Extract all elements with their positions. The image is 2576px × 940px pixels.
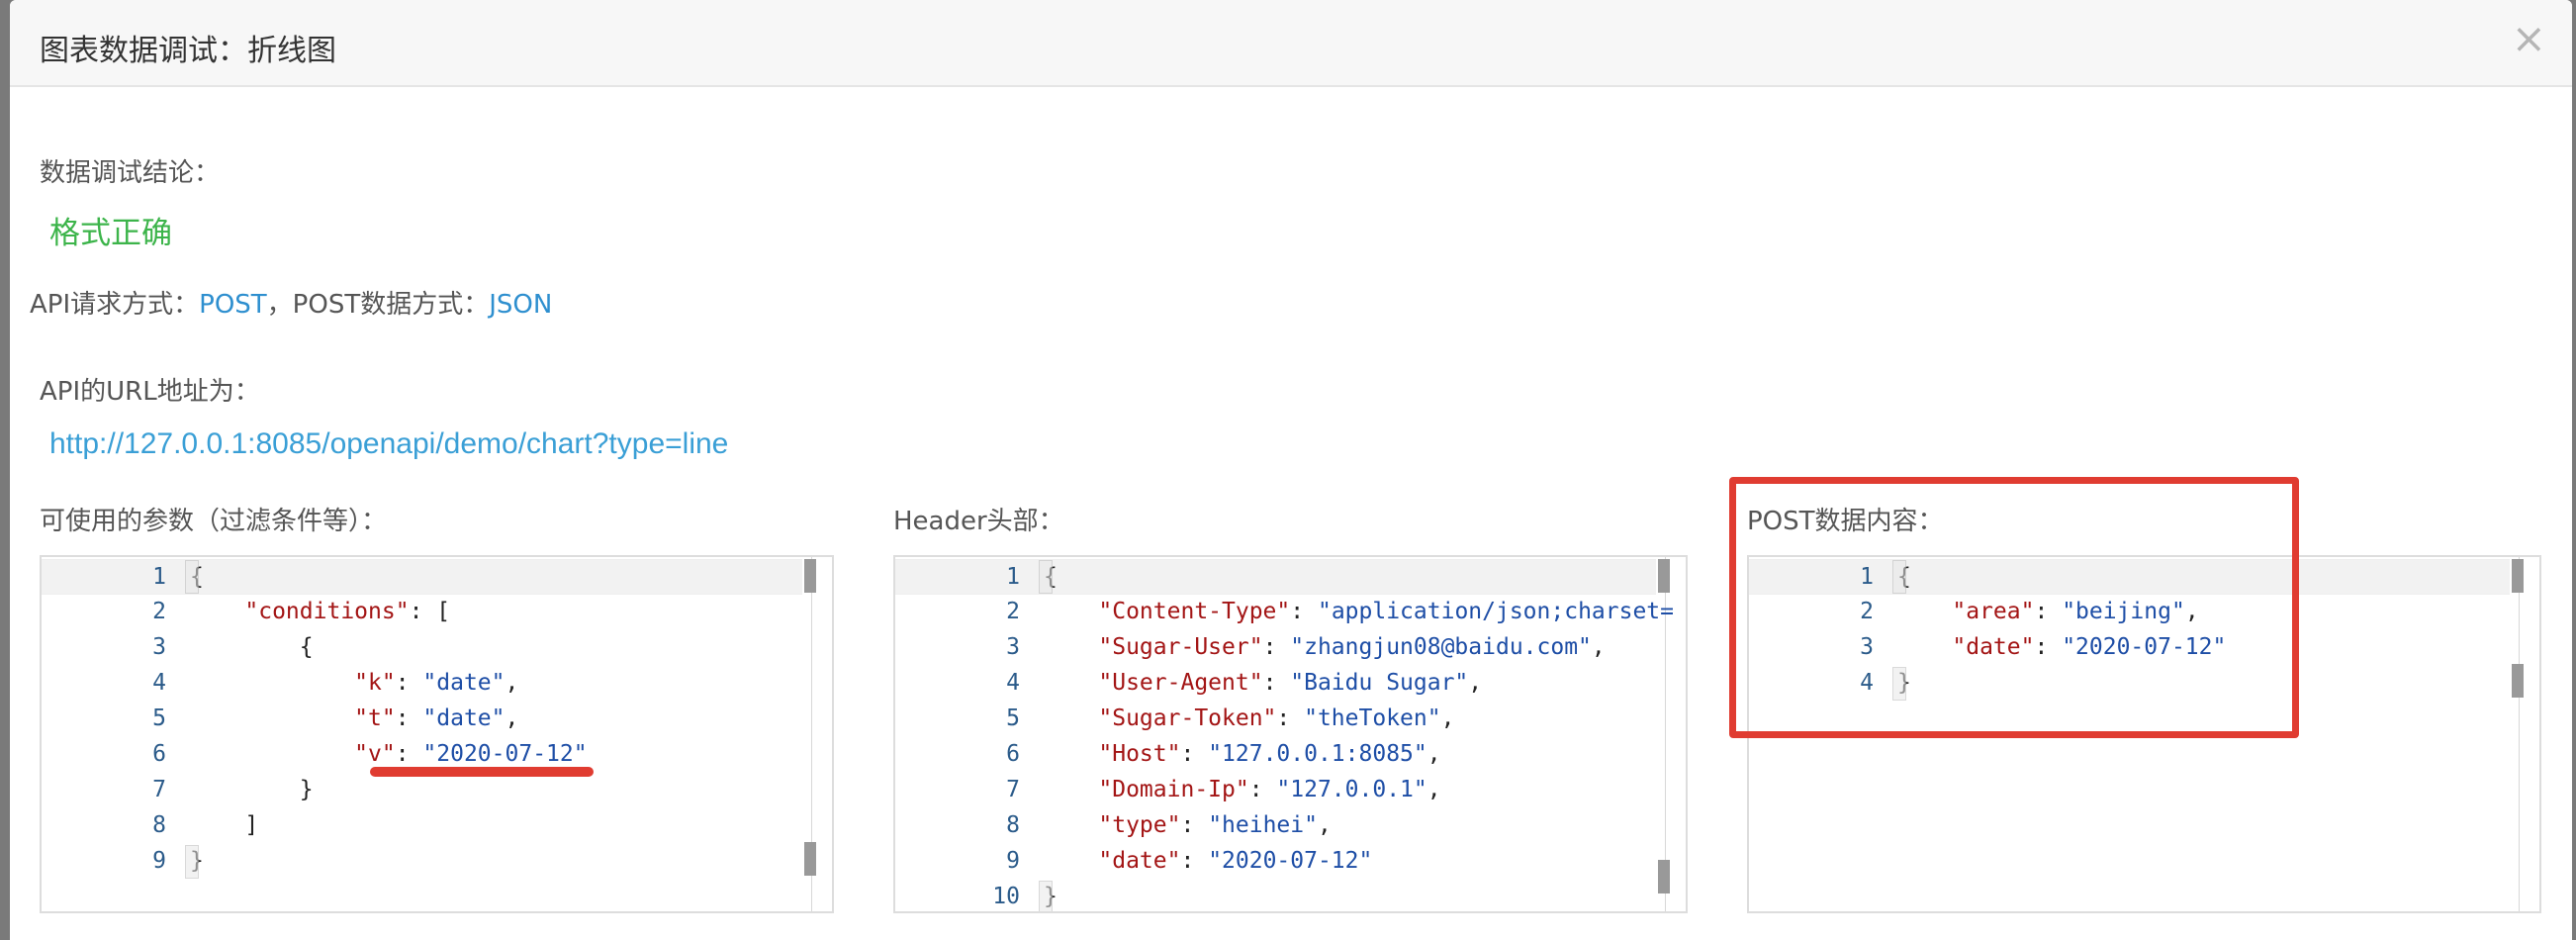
code-text: "t": "date",: [354, 705, 519, 731]
close-icon[interactable]: ×: [2512, 18, 2546, 59]
code-line[interactable]: 7 "Domain-Ip": "127.0.0.1",: [895, 773, 1656, 808]
line-number: 3: [1006, 634, 1020, 660]
code-text: "k": "date",: [354, 670, 519, 696]
code-text: {: [190, 634, 314, 660]
api-url-link[interactable]: http://127.0.0.1:8085/openapi/demo/chart…: [49, 427, 728, 461]
line-number: 9: [1006, 848, 1020, 874]
annotation-highlight-box: [1729, 477, 2299, 738]
code-line[interactable]: 9 "date": "2020-07-12": [895, 844, 1656, 880]
code-text: "v": "2020-07-12": [354, 741, 588, 767]
modal-header: 图表数据调试：折线图 ×: [10, 0, 2572, 87]
bracket-match-marker: [185, 560, 199, 594]
method-sep: ，POST数据方式：: [266, 290, 490, 320]
code-line[interactable]: 3 "Sugar-User": "zhangjun08@baidu.com",: [895, 630, 1656, 666]
line-number: 10: [992, 884, 1020, 909]
result-status: 格式正确: [49, 216, 172, 251]
editor-scroll-thumb[interactable]: [2512, 664, 2524, 698]
code-text: "Domain-Ip": "127.0.0.1",: [1098, 777, 1441, 802]
code-line[interactable]: 3 {: [42, 630, 802, 666]
header-label: Header头部：: [893, 507, 1064, 536]
code-line[interactable]: 2 "Content-Type": "application/json;char…: [895, 595, 1674, 630]
code-text: "conditions": [: [244, 599, 451, 624]
code-text: "Sugar-User": "zhangjun08@baidu.com",: [1098, 634, 1606, 660]
line-number: 4: [1006, 670, 1020, 696]
bracket-match-marker: [1039, 881, 1053, 911]
url-label: API的URL地址为：: [40, 377, 260, 407]
line-number: 1: [1006, 564, 1020, 590]
line-number: 6: [1006, 741, 1020, 767]
line-number: 8: [152, 812, 166, 838]
code-text: ]: [190, 812, 259, 838]
line-number: 6: [152, 741, 166, 767]
code-line[interactable]: 7 }: [42, 773, 802, 808]
code-text: "Host": "127.0.0.1:8085",: [1098, 741, 1441, 767]
method-value: POST: [199, 290, 267, 320]
code-line[interactable]: 8 "type": "heihei",: [895, 808, 1656, 844]
bracket-match-marker: [185, 845, 199, 879]
code-line[interactable]: 2 "conditions": [: [42, 595, 802, 630]
code-line[interactable]: 10}: [895, 880, 1656, 911]
code-line[interactable]: 4 "User-Agent": "Baidu Sugar",: [895, 666, 1656, 702]
code-line[interactable]: 4 "k": "date",: [42, 666, 802, 702]
line-number: 3: [152, 634, 166, 660]
line-number: 2: [1006, 599, 1020, 624]
code-text: "date": "2020-07-12": [1098, 848, 1373, 874]
line-number: 1: [152, 564, 166, 590]
code-line[interactable]: 1{: [42, 559, 802, 595]
line-number: 9: [152, 848, 166, 874]
data-format-value: JSON: [489, 290, 553, 320]
annotation-underline: [370, 767, 594, 777]
editor-scroll-thumb[interactable]: [2512, 559, 2524, 593]
code-text: "User-Agent": "Baidu Sugar",: [1098, 670, 1483, 696]
line-number: 7: [152, 777, 166, 802]
editor-scroll-thumb[interactable]: [1658, 860, 1670, 893]
code-text: }: [190, 777, 314, 802]
code-text: "Sugar-Token": "theToken",: [1098, 705, 1455, 731]
code-text: "type": "heihei",: [1098, 812, 1332, 838]
bracket-match-marker: [1039, 560, 1053, 594]
editor-scroll-thumb[interactable]: [804, 842, 816, 876]
code-line[interactable]: 6 "Host": "127.0.0.1:8085",: [895, 737, 1656, 773]
code-text: "Content-Type": "application/json;charse…: [1098, 599, 1674, 624]
line-number: 5: [1006, 705, 1020, 731]
code-line[interactable]: 5 "t": "date",: [42, 702, 802, 737]
params-code-editor[interactable]: 1{2 "conditions": [3 {4 "k": "date",5 "t…: [40, 555, 834, 913]
code-line[interactable]: 1{: [895, 559, 1656, 595]
request-method-line: API请求方式：POST，POST数据方式：JSON: [30, 284, 552, 321]
editor-scroll-thumb[interactable]: [1658, 559, 1670, 593]
line-number: 4: [152, 670, 166, 696]
modal-title: 图表数据调试：折线图: [40, 34, 336, 68]
line-number: 5: [152, 705, 166, 731]
params-label: 可使用的参数（过滤条件等）：: [40, 507, 388, 536]
header-code-editor[interactable]: 1{2 "Content-Type": "application/json;ch…: [893, 555, 1688, 913]
editor-scroll-thumb[interactable]: [804, 559, 816, 593]
code-line[interactable]: 9}: [42, 844, 802, 880]
result-label: 数据调试结论：: [40, 158, 221, 188]
line-number: 8: [1006, 812, 1020, 838]
code-line[interactable]: 8 ]: [42, 808, 802, 844]
editor-ruler: [2519, 557, 2520, 911]
line-number: 7: [1006, 777, 1020, 802]
line-number: 2: [152, 599, 166, 624]
code-line[interactable]: 5 "Sugar-Token": "theToken",: [895, 702, 1656, 737]
method-prefix: API请求方式：: [30, 290, 200, 320]
